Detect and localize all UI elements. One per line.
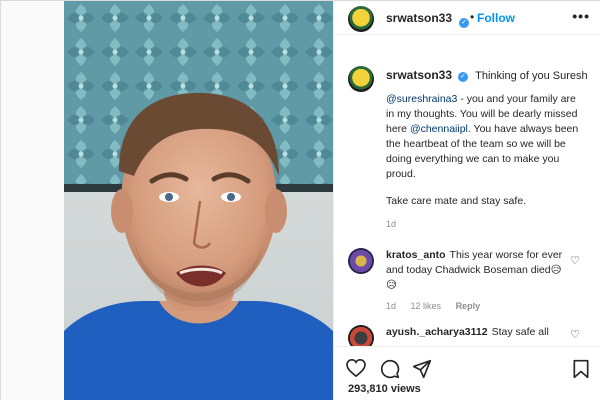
commenter-username[interactable]: kratos_anto <box>386 249 446 261</box>
share-icon[interactable] <box>412 359 432 379</box>
comments-section[interactable]: srwatson33 ✓ Thinking of you Suresh @sur… <box>334 36 600 346</box>
post-details-pane: srwatson33 ✓ • Follow ••• srwatson33 ✓ T… <box>333 1 600 400</box>
caption-timestamp[interactable]: 1d <box>386 219 396 229</box>
bookmark-icon[interactable] <box>572 359 590 379</box>
commenter-username[interactable]: ayush._acharya3112 <box>386 326 488 338</box>
post-header: srwatson33 ✓ • Follow ••• <box>334 1 600 35</box>
caption-paragraph-2: Take care mate and stay safe. <box>386 195 527 207</box>
caption-body: @sureshraina3 - you and your family are … <box>386 92 586 221</box>
comment-body: Stay safe all <box>491 326 549 338</box>
video-frame-illustration <box>64 1 333 400</box>
caption-author-avatar[interactable] <box>348 66 374 92</box>
caption-headline: Thinking of you Suresh <box>475 70 588 82</box>
comment-like-icon[interactable]: ♡ <box>570 328 580 341</box>
author-avatar[interactable] <box>348 6 374 32</box>
mention-link[interactable]: @chennaiipl <box>410 123 468 135</box>
caption-paragraph-1: @sureshraina3 - you and your family are … <box>386 92 586 182</box>
commenter-avatar[interactable] <box>348 248 374 274</box>
verified-badge-icon: ✓ <box>458 72 469 82</box>
comment-time[interactable]: 1d <box>386 301 396 311</box>
author-username[interactable]: srwatson33 <box>386 11 452 25</box>
comment-like-icon[interactable]: ♡ <box>570 254 580 267</box>
reply-button[interactable]: Reply <box>456 301 481 311</box>
comment-likes[interactable]: 12 likes <box>411 301 442 311</box>
commenter-avatar[interactable] <box>348 325 374 346</box>
caption-username[interactable]: srwatson33 <box>386 68 452 82</box>
more-options-icon[interactable]: ••• <box>572 8 590 24</box>
follow-button[interactable]: Follow <box>477 11 515 25</box>
comment-icon[interactable] <box>380 359 400 379</box>
comment-text: kratos_anto This year worse for ever and … <box>386 248 566 293</box>
heart-icon[interactable] <box>346 359 366 377</box>
comment-meta: 1d 12 likes Reply <box>386 301 492 311</box>
mention-link[interactable]: @sureshraina3 <box>386 93 457 105</box>
comment-text: ayush._acharya3112 Stay safe all <box>386 325 566 340</box>
header-separator: • <box>470 10 475 24</box>
post-actions-bar: 293,810 views <box>334 346 600 400</box>
instagram-post-window: srwatson33 ✓ • Follow ••• srwatson33 ✓ T… <box>0 0 600 400</box>
post-video[interactable] <box>64 1 333 400</box>
left-gutter <box>1 1 64 400</box>
verified-badge-icon: ✓ <box>456 12 469 30</box>
views-count[interactable]: 293,810 views <box>348 383 421 395</box>
caption-first-line: srwatson33 ✓ Thinking of you Suresh <box>386 68 588 82</box>
